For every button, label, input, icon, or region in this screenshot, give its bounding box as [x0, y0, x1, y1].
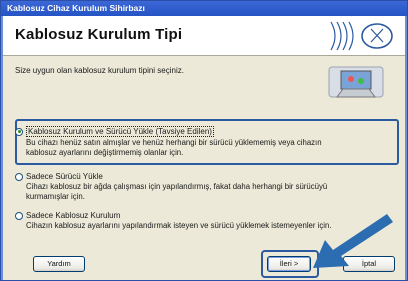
option-description: Cihazı kablosuz bir ağda çalışması için … — [26, 182, 395, 202]
option-install-wireless-and-driver[interactable]: Kablosuz Kurulum ve Sürücü Yükle (Tavsiy… — [15, 126, 395, 158]
radio-button[interactable] — [15, 211, 23, 220]
option-description-line: kablosuz ayarlarını değiştirmemiş olanla… — [26, 148, 184, 157]
instruction-text: Size uygun olan kablosuz kurulum tipini … — [15, 66, 184, 75]
option-description-line: kurmamışlar için. — [26, 192, 85, 201]
radio-button-selected[interactable] — [15, 127, 23, 136]
option-description: Bu cihazı henüz satın almışlar ve henüz … — [26, 138, 395, 158]
radio-button[interactable] — [15, 172, 23, 181]
option-install-driver-only[interactable]: Sadece Sürücü Yükle Cihazı kablosuz bir … — [15, 172, 395, 202]
wizard-client-area: Kablosuz Kurulum Tipi Size uygun olan ka… — [3, 16, 405, 280]
option-description-line: Cihazı kablosuz bir ağda çalışması için … — [26, 182, 328, 191]
pointer-arrow-icon — [313, 214, 393, 268]
option-label: Kablosuz Kurulum ve Sürücü Yükle (Tavsiy… — [26, 126, 214, 137]
page-title: Kablosuz Kurulum Tipi — [15, 26, 183, 43]
computer-illustration-icon — [328, 66, 384, 98]
wizard-header: Kablosuz Kurulum Tipi — [3, 16, 405, 56]
window-title: Kablosuz Cihaz Kurulum Sihirbazı — [1, 1, 407, 16]
wizard-window: Kablosuz Cihaz Kurulum Sihirbazı Kablosu… — [0, 0, 408, 281]
wireless-logo-icon — [330, 21, 393, 51]
option-label: Sadece Kablosuz Kurulum — [26, 211, 121, 220]
option-description-line: Bu cihazı henüz satın almışlar ve henüz … — [26, 138, 322, 147]
help-button[interactable]: Yardım — [33, 256, 85, 272]
option-label: Sadece Sürücü Yükle — [26, 172, 103, 181]
